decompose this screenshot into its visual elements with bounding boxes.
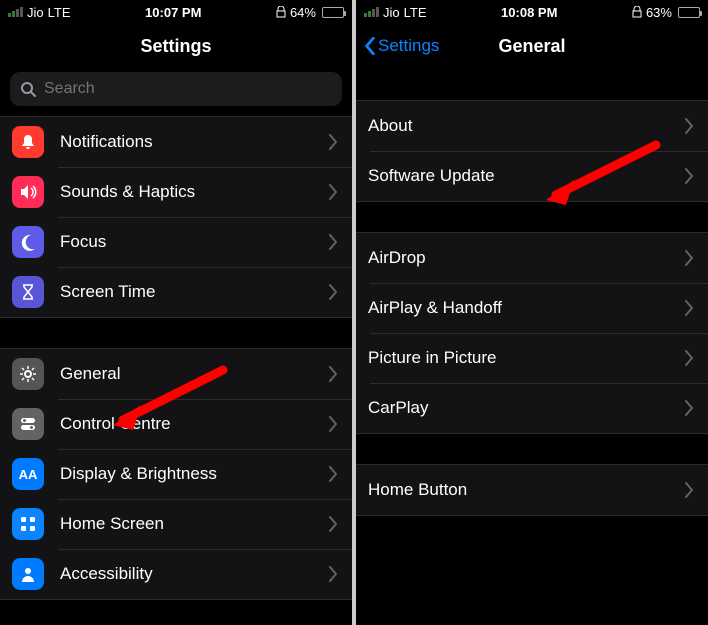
row-label: Home Screen	[56, 514, 328, 534]
chevron-right-icon	[328, 184, 338, 200]
row-label: CarPlay	[368, 398, 684, 418]
chevron-right-icon	[684, 482, 694, 498]
chevron-right-icon	[328, 284, 338, 300]
row-pip[interactable]: Picture in Picture	[356, 333, 708, 383]
orientation-lock-icon	[632, 6, 642, 18]
row-label: Accessibility	[56, 564, 328, 584]
screen-general: Jio LTE 10:08 PM 63% Settings General Ab…	[356, 0, 708, 625]
bell-icon	[12, 126, 44, 158]
row-about[interactable]: About	[356, 101, 708, 151]
carrier-label: Jio	[383, 5, 400, 20]
row-label: Notifications	[56, 132, 328, 152]
chevron-right-icon	[684, 118, 694, 134]
row-label: Focus	[56, 232, 328, 252]
row-focus[interactable]: Focus	[0, 217, 352, 267]
chevron-right-icon	[328, 416, 338, 432]
network-label: LTE	[48, 5, 71, 20]
group-spacer	[356, 434, 708, 464]
settings-group: General Control Centre Display & Brightnes…	[0, 348, 352, 600]
search-field[interactable]	[10, 72, 342, 106]
chevron-right-icon	[328, 516, 338, 532]
person-icon	[12, 558, 44, 590]
grid-icon	[12, 508, 44, 540]
chevron-right-icon	[684, 400, 694, 416]
nav-header: Settings	[0, 24, 352, 68]
row-label: General	[56, 364, 328, 384]
row-swupdate[interactable]: Software Update	[356, 151, 708, 201]
search-icon	[20, 81, 36, 97]
chevron-right-icon	[328, 134, 338, 150]
network-label: LTE	[404, 5, 427, 20]
group-spacer	[0, 318, 352, 348]
row-label: AirPlay & Handoff	[368, 298, 684, 318]
carrier-label: Jio	[27, 5, 44, 20]
row-sounds[interactable]: Sounds & Haptics	[0, 167, 352, 217]
chevron-right-icon	[684, 250, 694, 266]
chevron-right-icon	[684, 300, 694, 316]
row-label: Home Button	[368, 480, 684, 500]
signal-icon	[364, 7, 379, 17]
chevron-right-icon	[684, 350, 694, 366]
nav-header: Settings General	[356, 24, 708, 68]
row-label: AirDrop	[368, 248, 684, 268]
moon-icon	[12, 226, 44, 258]
aa-icon	[12, 458, 44, 490]
row-label: Software Update	[368, 166, 684, 186]
row-label: About	[368, 116, 684, 136]
status-bar: Jio LTE 10:08 PM 63%	[356, 0, 708, 24]
settings-group: AirDrop AirPlay & Handoff Picture in Pictu…	[356, 232, 708, 434]
page-title: General	[498, 36, 565, 57]
row-label: Screen Time	[56, 282, 328, 302]
chevron-left-icon	[364, 37, 376, 55]
row-display[interactable]: Display & Brightness	[0, 449, 352, 499]
orientation-lock-icon	[276, 6, 286, 18]
row-airdrop[interactable]: AirDrop	[356, 233, 708, 283]
search-input[interactable]	[44, 80, 332, 98]
signal-icon	[8, 7, 23, 17]
time-label: 10:08 PM	[501, 5, 557, 20]
settings-group: Home Button	[356, 464, 708, 516]
chevron-right-icon	[328, 234, 338, 250]
row-label: Picture in Picture	[368, 348, 684, 368]
gear-icon	[12, 358, 44, 390]
group-spacer	[356, 202, 708, 232]
back-button[interactable]: Settings	[364, 36, 439, 56]
row-general[interactable]: General	[0, 349, 352, 399]
battery-icon	[678, 7, 700, 18]
row-accessibility[interactable]: Accessibility	[0, 549, 352, 599]
battery-pct: 63%	[646, 5, 672, 20]
screen-settings: Jio LTE 10:07 PM 64% Settings Notificati…	[0, 0, 352, 625]
row-label: Sounds & Haptics	[56, 182, 328, 202]
hourglass-icon	[12, 276, 44, 308]
settings-group: About Software Update	[356, 100, 708, 202]
chevron-right-icon	[328, 566, 338, 582]
battery-icon	[322, 7, 344, 18]
chevron-right-icon	[684, 168, 694, 184]
speaker-icon	[12, 176, 44, 208]
time-label: 10:07 PM	[145, 5, 201, 20]
back-label: Settings	[378, 36, 439, 56]
chevron-right-icon	[328, 366, 338, 382]
row-label: Control Centre	[56, 414, 328, 434]
settings-group: Notifications Sounds & Haptics Focus Screen…	[0, 116, 352, 318]
row-homescreen[interactable]: Home Screen	[0, 499, 352, 549]
row-label: Display & Brightness	[56, 464, 328, 484]
row-carplay[interactable]: CarPlay	[356, 383, 708, 433]
row-airplay[interactable]: AirPlay & Handoff	[356, 283, 708, 333]
page-title: Settings	[140, 36, 211, 57]
row-homebutton[interactable]: Home Button	[356, 465, 708, 515]
chevron-right-icon	[328, 466, 338, 482]
status-bar: Jio LTE 10:07 PM 64%	[0, 0, 352, 24]
row-screentime[interactable]: Screen Time	[0, 267, 352, 317]
battery-pct: 64%	[290, 5, 316, 20]
row-notifications[interactable]: Notifications	[0, 117, 352, 167]
switches-icon	[12, 408, 44, 440]
row-controlcentre[interactable]: Control Centre	[0, 399, 352, 449]
